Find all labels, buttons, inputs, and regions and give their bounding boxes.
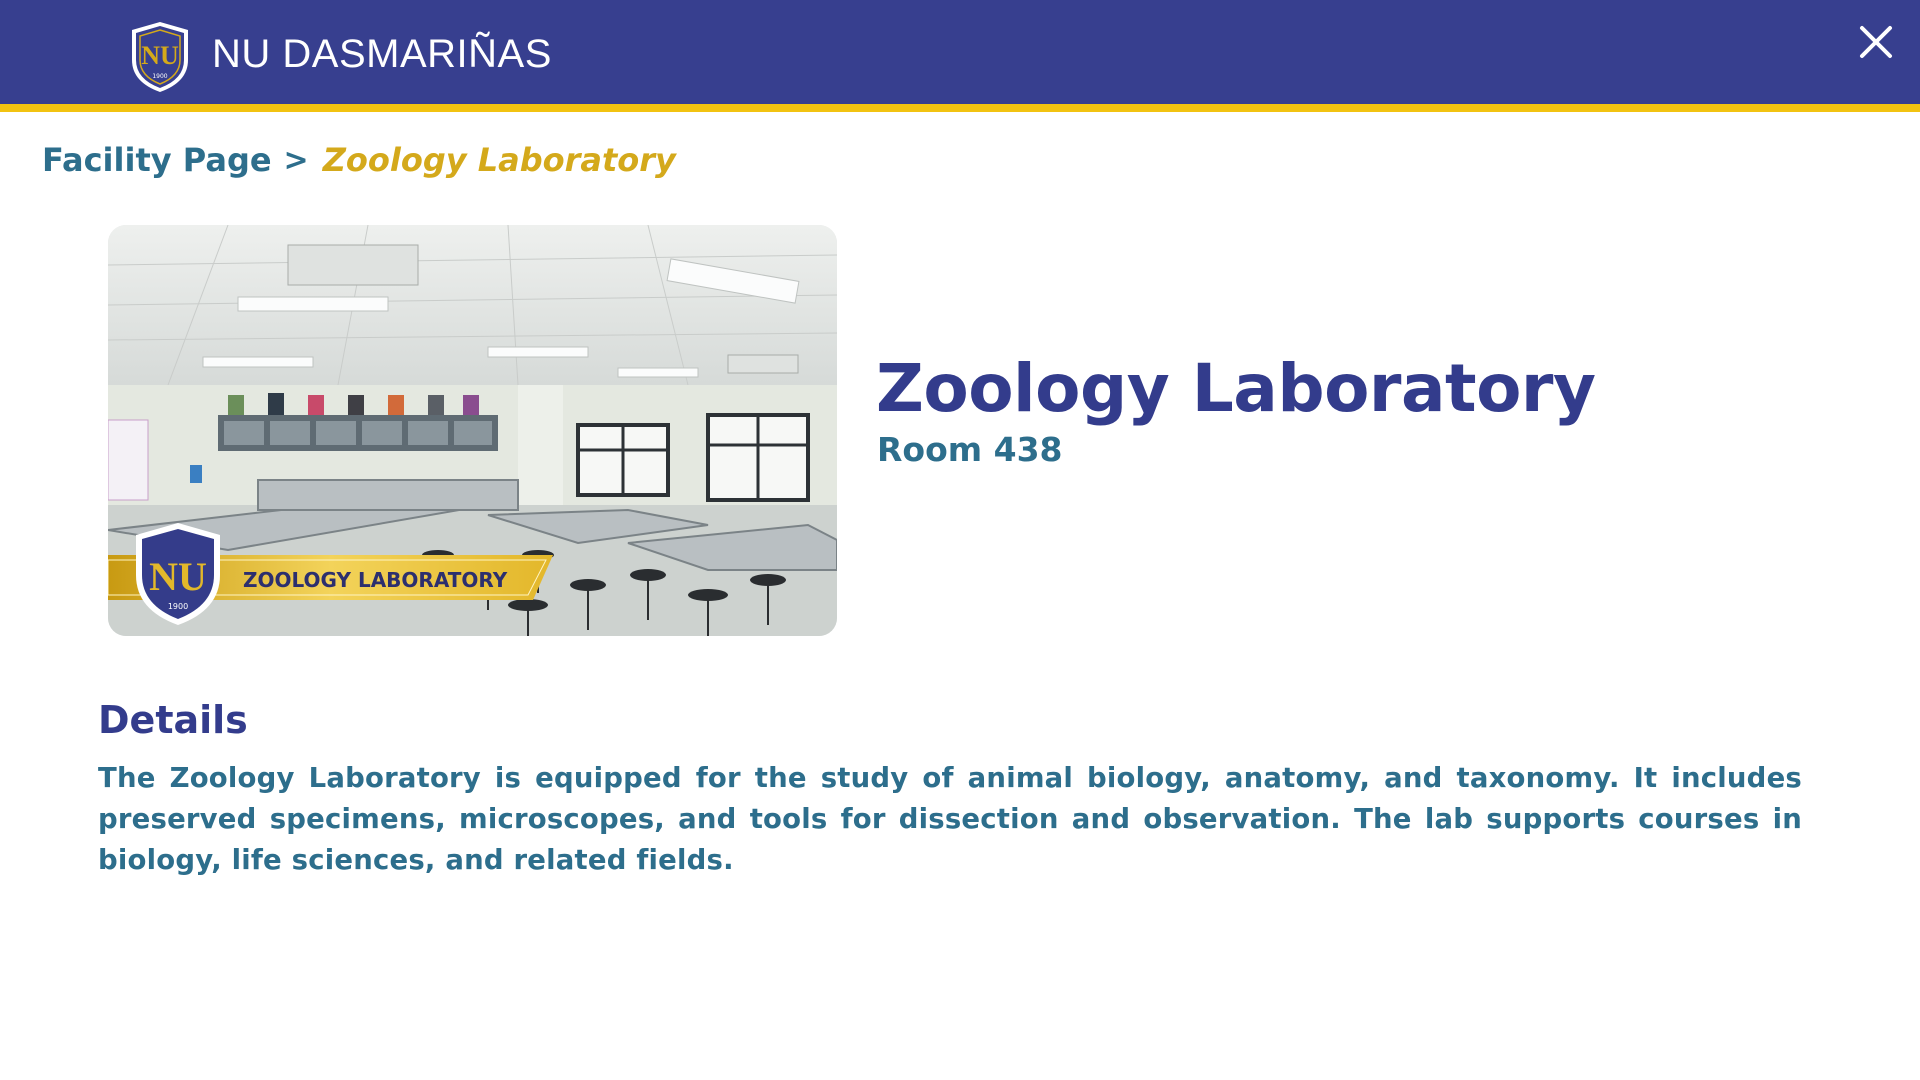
- top-header-bar: NU 1900 NU DASMARIÑAS: [0, 0, 1920, 112]
- svg-text:NU: NU: [149, 554, 207, 599]
- close-icon[interactable]: [1858, 24, 1894, 60]
- svg-text:ZOOLOGY LABORATORY: ZOOLOGY LABORATORY: [243, 568, 508, 592]
- nu-logo-icon: NU 1900: [132, 22, 188, 92]
- svg-text:1900: 1900: [152, 73, 167, 80]
- facility-photo: ZOOLOGY LABORATORY NU 1900: [108, 225, 837, 636]
- svg-text:1900: 1900: [168, 602, 188, 611]
- details-body: The Zoology Laboratory is equipped for t…: [98, 762, 1802, 876]
- breadcrumb-facility-page-link[interactable]: Facility Page: [42, 141, 272, 179]
- breadcrumb-current: Zoology Laboratory: [322, 141, 676, 179]
- breadcrumb: Facility Page > Zoology Laboratory: [42, 136, 676, 184]
- brand-name: NU DASMARIÑAS: [212, 32, 552, 76]
- facility-room: Room 438: [877, 430, 1063, 469]
- details-heading: Details: [98, 698, 248, 742]
- svg-text:NU: NU: [141, 41, 179, 70]
- breadcrumb-separator: >: [283, 142, 309, 178]
- facility-title: Zoology Laboratory: [876, 350, 1596, 427]
